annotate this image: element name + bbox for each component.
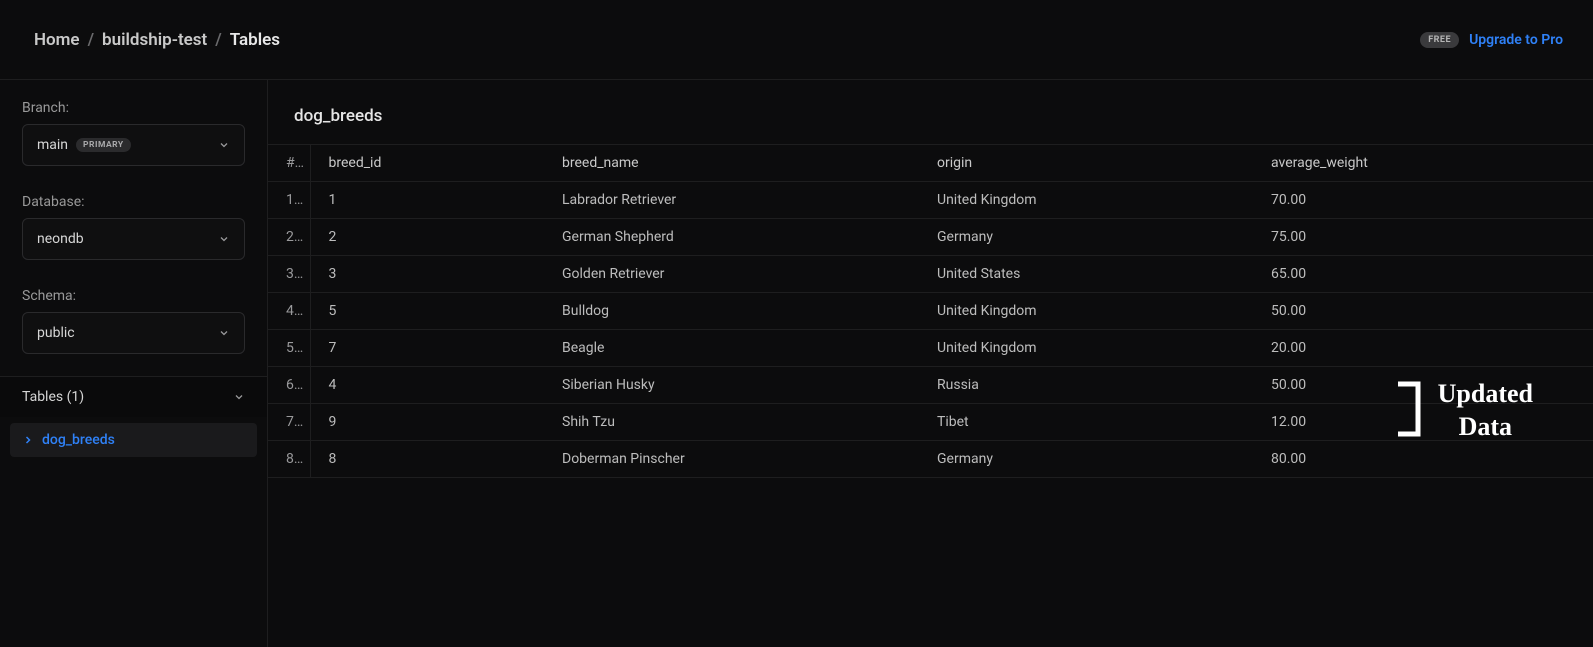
table-row[interactable]: 45BulldogUnited Kingdom50.00 [268,293,1593,330]
schema-label: Schema: [22,288,245,304]
cell-origin[interactable]: United Kingdom [919,330,1253,367]
cell-breed-name[interactable]: Siberian Husky [544,367,919,404]
main-content: dog_breeds # breed_id breed_name origin … [268,80,1593,647]
cell-index: 3 [268,256,310,293]
cell-average-weight[interactable]: 65.00 [1253,256,1593,293]
table-row[interactable]: 11Labrador RetrieverUnited Kingdom70.00 [268,182,1593,219]
cell-origin[interactable]: United States [919,256,1253,293]
cell-index: 8 [268,441,310,478]
plan-badge: FREE [1420,32,1459,48]
chevron-down-icon [218,327,230,339]
table-row[interactable]: 33Golden RetrieverUnited States65.00 [268,256,1593,293]
cell-breed-name[interactable]: Doberman Pinscher [544,441,919,478]
table-title: dog_breeds [268,80,1593,144]
cell-index: 7 [268,404,310,441]
breadcrumb-project[interactable]: buildship-test [102,30,207,50]
cell-index: 4 [268,293,310,330]
cell-breed-id[interactable]: 4 [310,367,544,404]
cell-breed-id[interactable]: 1 [310,182,544,219]
col-average-weight[interactable]: average_weight [1253,145,1593,182]
breadcrumb-sep: / [88,30,94,50]
table-row[interactable]: 79Shih TzuTibet12.00 [268,404,1593,441]
cell-breed-id[interactable]: 7 [310,330,544,367]
col-breed-id[interactable]: breed_id [310,145,544,182]
cell-origin[interactable]: Germany [919,441,1253,478]
table-row[interactable]: 22German ShepherdGermany75.00 [268,219,1593,256]
tables-header[interactable]: Tables (1) [0,377,267,417]
cell-average-weight[interactable]: 20.00 [1253,330,1593,367]
sidebar-table-name: dog_breeds [42,432,115,448]
table-row[interactable]: 64Siberian HuskyRussia50.00 [268,367,1593,404]
tables-header-label: Tables (1) [22,389,84,405]
chevron-down-icon [233,391,245,403]
database-select[interactable]: neondb [22,218,245,260]
cell-breed-id[interactable]: 3 [310,256,544,293]
cell-index: 5 [268,330,310,367]
table-row[interactable]: 57BeagleUnited Kingdom20.00 [268,330,1593,367]
topbar-right: FREE Upgrade to Pro [1420,32,1563,48]
sidebar: Branch: main PRIMARY Database: neondb Sc… [0,80,268,647]
table-row[interactable]: 88Doberman PinscherGermany80.00 [268,441,1593,478]
cell-average-weight[interactable]: 12.00 [1253,404,1593,441]
breadcrumb-home[interactable]: Home [34,30,80,50]
cell-average-weight[interactable]: 75.00 [1253,219,1593,256]
cell-origin[interactable]: Russia [919,367,1253,404]
branch-select[interactable]: main PRIMARY [22,124,245,166]
branch-primary-badge: PRIMARY [76,138,131,152]
database-label: Database: [22,194,245,210]
cell-breed-name[interactable]: Labrador Retriever [544,182,919,219]
cell-breed-name[interactable]: Golden Retriever [544,256,919,293]
tables-section: Tables (1) dog_breeds [0,376,267,463]
branch-label: Branch: [22,100,245,116]
col-breed-name[interactable]: breed_name [544,145,919,182]
cell-breed-id[interactable]: 2 [310,219,544,256]
cell-origin[interactable]: Germany [919,219,1253,256]
cell-breed-id[interactable]: 5 [310,293,544,330]
cell-index: 1 [268,182,310,219]
branch-value: main [37,137,68,153]
chevron-down-icon [218,139,230,151]
breadcrumb-sep: / [215,30,221,50]
database-value: neondb [37,231,84,247]
cell-average-weight[interactable]: 50.00 [1253,293,1593,330]
cell-average-weight[interactable]: 80.00 [1253,441,1593,478]
cell-breed-name[interactable]: Shih Tzu [544,404,919,441]
col-index[interactable]: # [268,145,310,182]
cell-breed-name[interactable]: German Shepherd [544,219,919,256]
sidebar-table-item[interactable]: dog_breeds [10,423,257,457]
schema-select[interactable]: public [22,312,245,354]
upgrade-link[interactable]: Upgrade to Pro [1469,32,1563,48]
cell-breed-id[interactable]: 9 [310,404,544,441]
table-header-row: # breed_id breed_name origin average_wei… [268,145,1593,182]
cell-index: 6 [268,367,310,404]
topbar: Home / buildship-test / Tables FREE Upgr… [0,0,1593,80]
cell-origin[interactable]: United Kingdom [919,182,1253,219]
breadcrumb-current: Tables [230,30,280,50]
cell-breed-id[interactable]: 8 [310,441,544,478]
chevron-down-icon [218,233,230,245]
cell-origin[interactable]: United Kingdom [919,293,1253,330]
cell-breed-name[interactable]: Beagle [544,330,919,367]
cell-average-weight[interactable]: 50.00 [1253,367,1593,404]
schema-value: public [37,325,75,341]
cell-origin[interactable]: Tibet [919,404,1253,441]
breadcrumb: Home / buildship-test / Tables [34,30,280,50]
cell-average-weight[interactable]: 70.00 [1253,182,1593,219]
cell-index: 2 [268,219,310,256]
cell-breed-name[interactable]: Bulldog [544,293,919,330]
col-origin[interactable]: origin [919,145,1253,182]
chevron-right-icon [22,434,34,446]
data-table: # breed_id breed_name origin average_wei… [268,144,1593,478]
